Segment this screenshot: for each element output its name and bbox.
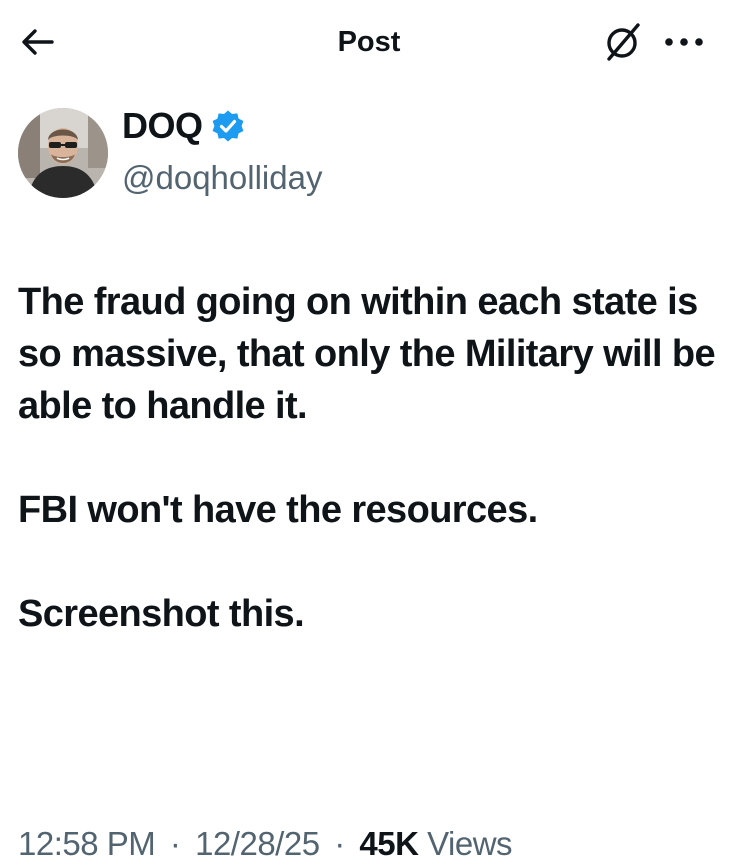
more-dots-icon — [665, 38, 703, 46]
post-metadata: 12:58 PM · 12/28/25 · 45K Views — [18, 822, 728, 866]
profile-photo-icon — [18, 108, 108, 198]
meta-separator: · — [169, 825, 181, 862]
avatar[interactable] — [18, 108, 108, 198]
post-time[interactable]: 12:58 PM — [18, 825, 156, 862]
top-navigation-bar: Post — [0, 0, 738, 86]
post-paragraph: Screenshot this. — [18, 593, 305, 635]
author-handle[interactable]: @doqholliday — [122, 158, 322, 198]
author-name-row[interactable]: DOQ — [122, 104, 245, 148]
post-paragraph: The fraud going on within each state is … — [18, 281, 716, 427]
meta-separator: · — [334, 825, 345, 862]
author-block: DOQ @doqholliday — [18, 104, 718, 204]
author-display-name: DOQ — [122, 105, 203, 146]
grok-slash-icon — [607, 23, 640, 61]
more-options-button[interactable] — [660, 24, 708, 60]
post-text: The fraud going on within each state is … — [18, 276, 723, 640]
views-count[interactable]: 45K — [359, 825, 419, 862]
views-label: Views — [427, 825, 513, 862]
post-date[interactable]: 12/28/25 — [195, 825, 320, 862]
post-paragraph: FBI won't have the resources. — [18, 489, 538, 531]
verified-badge-icon — [211, 109, 245, 143]
grok-button[interactable] — [600, 20, 646, 64]
